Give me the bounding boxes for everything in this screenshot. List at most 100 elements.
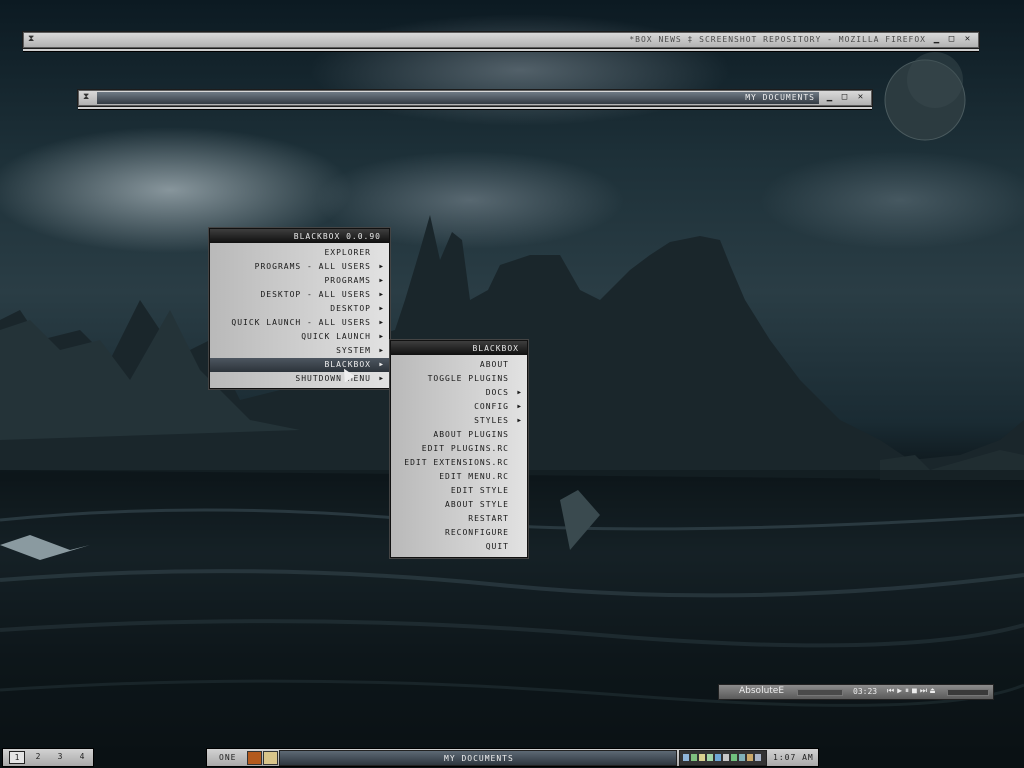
submenu-item-edit-style[interactable]: EDIT STYLE bbox=[391, 484, 527, 498]
menu-item-label: RESTART bbox=[468, 514, 509, 523]
stop-icon[interactable]: ■ bbox=[912, 686, 918, 695]
menu-item-label: TOGGLE PLUGINS bbox=[427, 374, 509, 383]
submenu-item-restart[interactable]: RESTART bbox=[391, 512, 527, 526]
submenu-arrow-icon: ▶ bbox=[379, 375, 384, 382]
close-icon[interactable]: ✕ bbox=[963, 34, 973, 45]
submenu-item-about[interactable]: ABOUT bbox=[391, 358, 527, 372]
maximize-icon[interactable]: □ bbox=[840, 92, 850, 103]
submenu-item-edit-plugins-rc[interactable]: EDIT PLUGINS.RC bbox=[391, 442, 527, 456]
submenu-item-quit[interactable]: QUIT bbox=[391, 540, 527, 554]
eject-icon[interactable]: ⏏ bbox=[930, 686, 936, 695]
menu-item-label: ABOUT bbox=[479, 360, 509, 369]
player-controls: ⏮ ▶ ⏸ ■ ⏭ ⏏ bbox=[887, 686, 938, 696]
my-documents-window[interactable]: ⧗ MY DOCUMENTS ▁ □ ✕ bbox=[78, 90, 872, 110]
submenu-item-edit-extensions-rc[interactable]: EDIT EXTENSIONS.RC bbox=[391, 456, 527, 470]
tray-icon-7[interactable] bbox=[731, 754, 737, 761]
submenu-arrow-icon: ▶ bbox=[379, 319, 384, 326]
tray-icon-4[interactable] bbox=[707, 754, 713, 761]
player-name: AbsoluteE bbox=[739, 686, 785, 696]
menu-item-label: RECONFIGURE bbox=[445, 528, 509, 537]
tray-icon-2[interactable] bbox=[691, 754, 697, 761]
main-menu-item-quick-launch-all-users[interactable]: QUICK LAUNCH - ALL USERS ▶ bbox=[210, 316, 389, 330]
submenu-item-about-style[interactable]: ABOUT STYLE bbox=[391, 498, 527, 512]
workspace-4[interactable]: 4 bbox=[75, 751, 89, 762]
main-menu-item-explorer[interactable]: EXPLORER bbox=[210, 246, 389, 260]
main-menu-item-blackbox[interactable]: BLACKBOX ▶ bbox=[210, 358, 389, 372]
menu-item-label: EDIT PLUGINS.RC bbox=[421, 444, 509, 453]
system-tray bbox=[679, 750, 767, 766]
main-menu-item-quick-launch[interactable]: QUICK LAUNCH ▶ bbox=[210, 330, 389, 344]
firefox-window-title: *BOX NEWS ‡ SCREENSHOT REPOSITORY - MOZI… bbox=[629, 35, 926, 44]
submenu-items: ABOUT TOGGLE PLUGINS DOCS ▶ CONFIG ▶ STYLES ▶ AB… bbox=[391, 355, 527, 557]
submenu-item-edit-menu-rc[interactable]: EDIT MENU.RC bbox=[391, 470, 527, 484]
submenu-item-reconfigure[interactable]: RECONFIGURE bbox=[391, 526, 527, 540]
submenu-arrow-icon: ▶ bbox=[379, 263, 384, 270]
submenu-arrow-icon: ▶ bbox=[379, 291, 384, 298]
submenu-item-toggle-plugins[interactable]: TOGGLE PLUGINS bbox=[391, 372, 527, 386]
tray-icon-3[interactable] bbox=[699, 754, 705, 761]
menu-item-label: CONFIG bbox=[474, 402, 509, 411]
main-menu-item-programs-all-users[interactable]: PROGRAMS - ALL USERS ▶ bbox=[210, 260, 389, 274]
hourglass-icon: ⧗ bbox=[83, 92, 91, 102]
menu-item-label: SHUTDOWN MENU bbox=[295, 374, 371, 383]
menu-item-label: PROGRAMS - ALL USERS bbox=[254, 262, 371, 271]
menu-item-label: EXPLORER bbox=[324, 248, 371, 257]
my-documents-window-title: MY DOCUMENTS bbox=[745, 93, 815, 102]
workspace-1[interactable]: 1 bbox=[9, 751, 25, 764]
main-menu-item-desktop-all-users[interactable]: DESKTOP - ALL USERS ▶ bbox=[210, 288, 389, 302]
main-menu-item-system[interactable]: SYSTEM ▶ bbox=[210, 344, 389, 358]
submenu-arrow-icon: ▶ bbox=[379, 277, 384, 284]
title-strip bbox=[97, 92, 819, 104]
tray-icon-6[interactable] bbox=[723, 754, 729, 761]
volume-slider[interactable] bbox=[947, 689, 989, 696]
tray-icon-1[interactable] bbox=[683, 754, 689, 761]
prev-icon[interactable]: ⏮ bbox=[887, 686, 895, 695]
play-icon[interactable]: ▶ bbox=[897, 686, 903, 695]
tray-icon-9[interactable] bbox=[747, 754, 753, 761]
tray-icon-5[interactable] bbox=[715, 754, 721, 761]
menu-item-label: DESKTOP - ALL USERS bbox=[260, 290, 371, 299]
player-time: 03:23 bbox=[853, 687, 878, 696]
main-menu-item-desktop[interactable]: DESKTOP ▶ bbox=[210, 302, 389, 316]
seek-bar[interactable] bbox=[797, 689, 843, 696]
submenu-item-docs[interactable]: DOCS ▶ bbox=[391, 386, 527, 400]
submenu-arrow-icon: ▶ bbox=[379, 333, 384, 340]
taskbar: ONE MY DOCUMENTS 1:07 AM bbox=[206, 748, 819, 767]
task-my-documents[interactable]: MY DOCUMENTS bbox=[279, 750, 677, 766]
menu-item-label: EDIT STYLE bbox=[450, 486, 509, 495]
minimize-icon[interactable]: ▁ bbox=[932, 34, 942, 45]
menu-item-label: STYLES bbox=[474, 416, 509, 425]
submenu-arrow-icon: ▶ bbox=[517, 417, 522, 424]
tray-icon-10[interactable] bbox=[755, 754, 761, 761]
close-icon[interactable]: ✕ bbox=[856, 92, 866, 103]
main-menu-item-shutdown-menu[interactable]: SHUTDOWN MENU ▶ bbox=[210, 372, 389, 386]
window-frame-bottom bbox=[78, 107, 872, 110]
submenu-title: BLACKBOX bbox=[391, 341, 527, 355]
next-icon[interactable]: ⏭ bbox=[920, 686, 928, 695]
firefox-task-icon[interactable] bbox=[247, 751, 262, 765]
tray-icon-8[interactable] bbox=[739, 754, 745, 761]
workspace-switcher: 1234 bbox=[2, 748, 94, 767]
menu-item-label: ABOUT PLUGINS bbox=[433, 430, 509, 439]
window-frame-bottom bbox=[23, 49, 979, 52]
minimize-icon[interactable]: ▁ bbox=[825, 92, 835, 103]
folder-task-icon[interactable] bbox=[263, 751, 278, 765]
clock: 1:07 AM bbox=[773, 753, 814, 762]
pause-icon[interactable]: ⏸ bbox=[905, 686, 910, 695]
menu-item-label: EDIT EXTENSIONS.RC bbox=[404, 458, 509, 467]
submenu-item-config[interactable]: CONFIG ▶ bbox=[391, 400, 527, 414]
firefox-window[interactable]: ⧗ *BOX NEWS ‡ SCREENSHOT REPOSITORY - MO… bbox=[23, 32, 979, 52]
workspace-3[interactable]: 3 bbox=[53, 751, 67, 762]
submenu-item-styles[interactable]: STYLES ▶ bbox=[391, 414, 527, 428]
hourglass-icon: ⧗ bbox=[28, 34, 36, 44]
submenu-arrow-icon: ▶ bbox=[379, 347, 384, 354]
menu-item-label: QUICK LAUNCH bbox=[301, 332, 371, 341]
main-menu-item-programs[interactable]: PROGRAMS ▶ bbox=[210, 274, 389, 288]
menu-item-label: PROGRAMS bbox=[324, 276, 371, 285]
workspace-2[interactable]: 2 bbox=[31, 751, 45, 762]
blackbox-main-menu: BLACKBOX 0.0.90 EXPLORER PROGRAMS - ALL U… bbox=[209, 228, 390, 389]
menu-item-label: DOCS bbox=[485, 388, 509, 397]
submenu-item-about-plugins[interactable]: ABOUT PLUGINS bbox=[391, 428, 527, 442]
maximize-icon[interactable]: □ bbox=[947, 34, 957, 45]
media-player[interactable]: AbsoluteE 03:23 ⏮ ▶ ⏸ ■ ⏭ ⏏ bbox=[718, 684, 994, 700]
